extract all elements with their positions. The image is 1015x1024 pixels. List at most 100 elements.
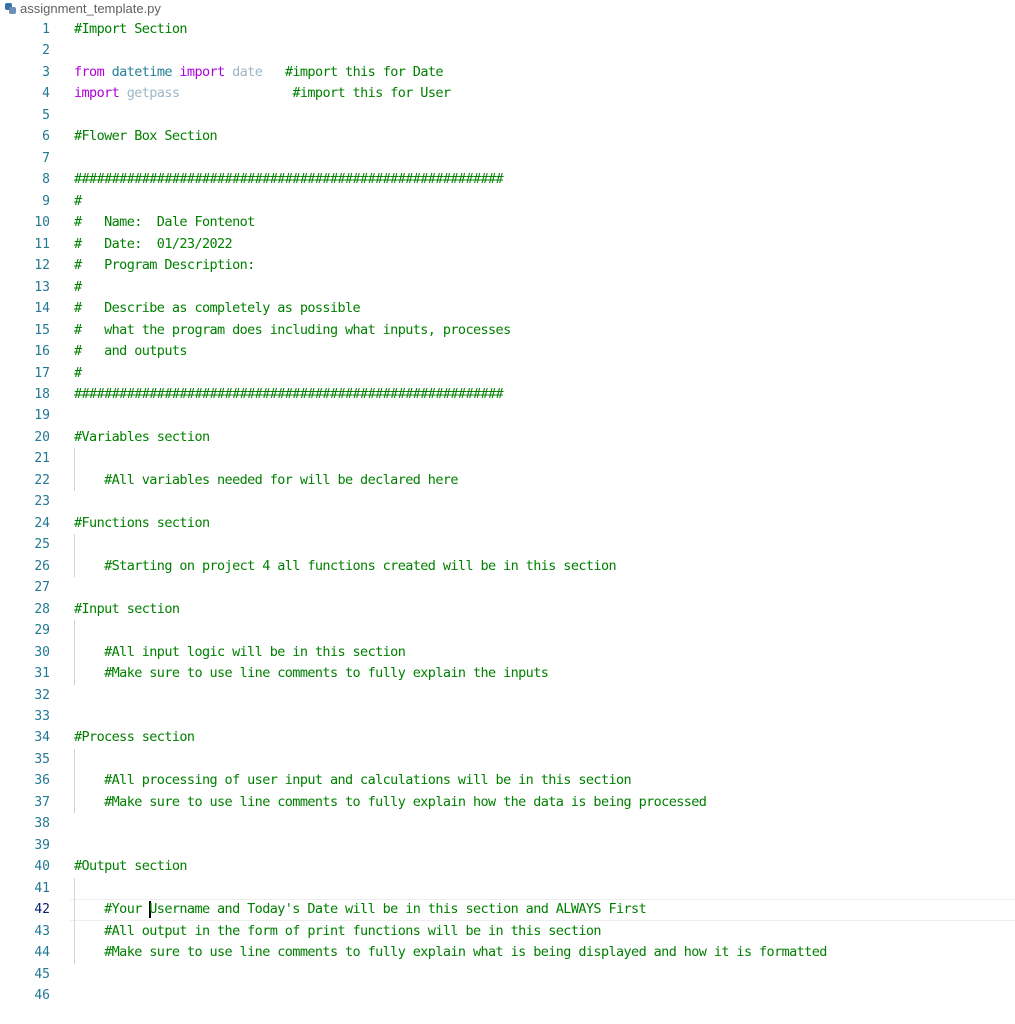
code-line[interactable]: 16 # and outputs	[0, 341, 1015, 362]
comment-token: # and outputs	[74, 343, 188, 360]
code-line[interactable]: 6 #Flower Box Section	[0, 126, 1015, 147]
code-text: #Make sure to use line comments to fully…	[74, 792, 707, 813]
code-line[interactable]: 35	[0, 748, 1015, 771]
comment-token: Username and Today's Date will be in thi…	[149, 901, 647, 918]
code-line[interactable]: 28 #Input section	[0, 599, 1015, 620]
line-number: 3	[42, 64, 50, 80]
code-line[interactable]: 32	[0, 685, 1015, 706]
line-number: 32	[34, 687, 50, 703]
line-number: 27	[34, 580, 50, 596]
line-number: 38	[34, 816, 50, 832]
comment-token: #All input logic will be in this section	[74, 643, 406, 660]
code-line[interactable]: 40 #Output section	[0, 856, 1015, 877]
line-number: 43	[34, 923, 50, 939]
code-line[interactable]: 12 # Program Description:	[0, 255, 1015, 276]
line-number: 5	[42, 107, 50, 123]
code-line[interactable]: 26 #Starting on project 4 all functions …	[0, 555, 1015, 578]
code-line[interactable]: 34 #Process section	[0, 727, 1015, 748]
comment-token: #	[74, 364, 82, 381]
code-text: #	[74, 363, 82, 384]
line-number: 19	[34, 408, 50, 424]
module-token: datetime	[104, 63, 180, 80]
code-line[interactable]: 39	[0, 835, 1015, 856]
code-text: #	[74, 277, 82, 298]
comment-token: #	[74, 278, 82, 295]
code-line[interactable]: 19	[0, 405, 1015, 426]
code-line[interactable]: 11 # Date: 01/23/2022	[0, 234, 1015, 255]
code-line[interactable]: 3 from datetime import date #import this …	[0, 62, 1015, 83]
code-line[interactable]: 33	[0, 706, 1015, 727]
line-number: 37	[34, 794, 50, 810]
line-number: 44	[34, 945, 50, 961]
code-text: #Make sure to use line comments to fully…	[74, 942, 827, 963]
line-number: 4	[42, 86, 50, 102]
code-line[interactable]: 9 #	[0, 191, 1015, 212]
line-number: 20	[34, 429, 50, 445]
line-number: 21	[34, 451, 50, 467]
keyword-token: import	[74, 85, 120, 102]
comment-token: #Make sure to use line comments to fully…	[74, 665, 549, 682]
editor-tab[interactable]: assignment_template.py	[0, 0, 161, 16]
comment-token: #Import Section	[74, 21, 188, 37]
code-line[interactable]: 22 #All variables needed for will be dec…	[0, 469, 1015, 492]
code-line[interactable]: 20 #Variables section	[0, 427, 1015, 448]
code-line[interactable]: 1 #Import Section	[0, 19, 1015, 40]
code-line[interactable]: 25	[0, 534, 1015, 556]
code-line[interactable]: 15 # what the program does including what…	[0, 320, 1015, 341]
line-number: 7	[42, 150, 50, 166]
code-line[interactable]: 29	[0, 620, 1015, 642]
code-line[interactable]: 2	[0, 40, 1015, 61]
code-text: #Starting on project 4 all functions cre…	[74, 556, 616, 577]
code-line[interactable]: 41	[0, 877, 1015, 900]
line-number: 46	[34, 988, 50, 1004]
code-line[interactable]: 37 #Make sure to use line comments to fu…	[0, 791, 1015, 814]
code-line[interactable]: 7	[0, 148, 1015, 169]
code-line[interactable]: 36 #All processing of user input and cal…	[0, 770, 1015, 792]
code-line[interactable]: 43 #All output in the form of print func…	[0, 920, 1015, 943]
indent-guide	[74, 620, 75, 642]
line-number: 18	[34, 386, 50, 402]
keyword-token: import	[179, 63, 225, 80]
code-text: #	[74, 191, 82, 212]
code-line[interactable]: 14 # Describe as completely as possible	[0, 298, 1015, 319]
code-line[interactable]: 21	[0, 448, 1015, 470]
code-text: #Import Section	[74, 19, 188, 40]
line-number: 10	[34, 215, 50, 231]
code-text: #All input logic will be in this section	[74, 642, 406, 663]
code-line[interactable]: 30 #All input logic will be in this sect…	[0, 641, 1015, 664]
line-number: 16	[34, 344, 50, 360]
comment-token: #Make sure to use line comments to fully…	[74, 944, 827, 961]
line-number: 45	[34, 966, 50, 982]
code-line[interactable]: 45	[0, 964, 1015, 985]
code-line[interactable]: 31 #Make sure to use line comments to fu…	[0, 663, 1015, 685]
line-number: 12	[34, 258, 50, 274]
code-line[interactable]: 17 #	[0, 363, 1015, 384]
code-text: from datetime import date #import this f…	[74, 62, 444, 83]
code-line[interactable]: 10 # Name: Dale Fontenot	[0, 212, 1015, 233]
code-line[interactable]: 38	[0, 813, 1015, 834]
comment-token: ########################################…	[74, 385, 504, 402]
code-line[interactable]: 4 import getpass #import this for User	[0, 83, 1015, 104]
code-line[interactable]: 18 ######################################…	[0, 384, 1015, 405]
comment-token: #Make sure to use line comments to fully…	[74, 793, 707, 810]
code-line[interactable]: 46	[0, 985, 1015, 1006]
code-text: #All variables needed for will be declar…	[74, 470, 458, 491]
comment-token: #Variables section	[74, 428, 210, 445]
line-number: 41	[34, 880, 50, 896]
code-line[interactable]: 5	[0, 105, 1015, 126]
code-line[interactable]: 42 #Your Username and Today's Date will …	[0, 899, 1015, 921]
code-line[interactable]: 44 #Make sure to use line comments to fu…	[0, 942, 1015, 964]
comment-token: #import this for Date	[284, 63, 444, 80]
code-text: # Date: 01/23/2022	[74, 234, 233, 255]
code-line[interactable]: 24 #Functions section	[0, 513, 1015, 534]
line-number: 17	[34, 365, 50, 381]
code-line[interactable]: 13 #	[0, 277, 1015, 298]
code-line[interactable]: 8 #######################################…	[0, 169, 1015, 190]
code-editor[interactable]: 1 #Import Section 2 3 from datetime import d…	[0, 19, 1015, 1007]
code-line[interactable]: 27	[0, 577, 1015, 598]
comment-token: #import this for User	[292, 85, 451, 102]
code-line[interactable]: 23	[0, 491, 1015, 512]
line-number: 2	[42, 43, 50, 59]
code-text: #All processing of user input and calcul…	[74, 770, 632, 791]
